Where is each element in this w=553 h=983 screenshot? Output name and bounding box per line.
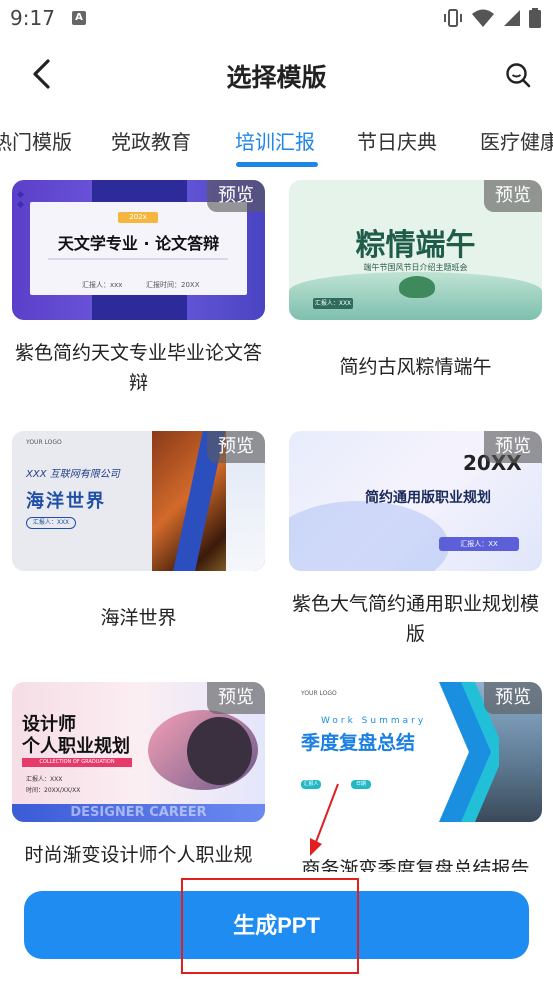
status-bar: 9:17 A — [0, 0, 553, 38]
page-title: 选择模版 — [226, 63, 327, 92]
template-title[interactable]: 海洋世界 — [6, 603, 271, 633]
vibrate-icon — [444, 9, 462, 27]
thumb-btn2: 日期 — [351, 780, 371, 789]
thumb-logo: YOUR LOGO — [26, 439, 62, 446]
category-tabs: 热门模版 党政教育 培训汇报 节日庆典 医疗健康 — [0, 114, 553, 170]
tab-medical-health[interactable]: 医疗健康 — [480, 126, 553, 155]
thumb-line2: 时间：20XX/XX/XX — [26, 787, 81, 794]
template-title[interactable]: 紫色简约天文专业毕业论文答辩 — [6, 338, 271, 398]
template-thumbnail[interactable]: 202x 天文学专业 · 论文答辩 汇报人：xxx 汇报时间：20XX 预览 — [12, 180, 265, 320]
tab-training-report[interactable]: 培训汇报 — [235, 126, 315, 155]
template-thumbnail[interactable]: 20XX 简约通用版职业规划 汇报人：XX 预览 — [289, 431, 542, 571]
annotation-highlight-box — [181, 878, 359, 974]
thumb-title: 粽情端午 — [355, 228, 476, 263]
thumb-logo: YOUR LOGO — [301, 690, 337, 697]
thumb-line1: 汇报人：xxx — [82, 281, 123, 289]
thumb-line2: 汇报时间：20XX — [146, 281, 200, 289]
thumb-title: 季度复盘总结 — [301, 732, 416, 754]
preview-badge[interactable]: 预览 — [484, 431, 542, 463]
preview-badge[interactable]: 预览 — [484, 180, 542, 212]
preview-badge[interactable]: 预览 — [207, 180, 265, 212]
thumb-btn: 汇报人：XX — [439, 537, 519, 551]
template-thumbnail[interactable]: 设计师 个人职业规划 COLLECTION OF GRADUATION 汇报人：… — [12, 682, 265, 822]
template-title[interactable]: 紫色大气简约通用职业规划模版 — [283, 589, 548, 649]
template-thumbnail[interactable]: YOUR LOGO Work Summary 季度复盘总结 汇报人 日期 预览 — [289, 682, 542, 822]
preview-badge[interactable]: 预览 — [207, 682, 265, 714]
thumb-btn: 汇报人：XXX — [26, 517, 76, 529]
status-time: 9:17 — [10, 6, 55, 30]
thumb-en: Work Summary — [321, 716, 427, 726]
template-thumbnail[interactable]: YOUR LOGO XXX 互联网有限公司 海洋世界 汇报人：XXX 预览 — [12, 431, 265, 571]
wifi-icon — [472, 9, 494, 27]
thumb-title: 天文学专业 · 论文答辩 — [57, 234, 220, 253]
thumb-company: XXX 互联网有限公司 — [26, 469, 120, 480]
thumb-bottom: DESIGNER CAREER — [12, 804, 265, 822]
thumb-line1: 汇报人：XXX — [26, 776, 63, 783]
thumb-title-2: 个人职业规划 — [22, 736, 130, 757]
tab-party-education[interactable]: 党政教育 — [111, 126, 191, 155]
template-title[interactable]: 时尚渐变设计师个人职业规 — [6, 840, 271, 870]
thumb-sub: 端午节国风节日介绍主题班会 — [363, 263, 468, 272]
status-icons — [443, 8, 541, 28]
tab-hot[interactable]: 热门模版 — [0, 126, 72, 155]
thumb-tag: COLLECTION OF GRADUATION — [22, 758, 132, 767]
template-title[interactable]: 简约古风粽情端午 — [283, 352, 548, 382]
notification-icon: A — [72, 11, 86, 25]
thumb-title: 简约通用版职业规划 — [365, 490, 491, 506]
thumb-btn1: 汇报人 — [301, 780, 321, 789]
search-icon[interactable] — [505, 62, 531, 88]
battery-icon — [529, 8, 541, 28]
active-tab-indicator — [236, 162, 318, 167]
preview-badge[interactable]: 预览 — [207, 431, 265, 463]
thumb-tag: 202x — [118, 212, 158, 223]
app-header: 选择模版 — [0, 38, 553, 114]
preview-badge[interactable]: 预览 — [484, 682, 542, 714]
thumb-btn: 汇报人：XXX — [313, 298, 353, 309]
template-thumbnail[interactable]: 粽情端午 端午节国风节日介绍主题班会 汇报人：XXX 预览 — [289, 180, 542, 320]
tab-festival[interactable]: 节日庆典 — [357, 126, 437, 155]
thumb-title: 海洋世界 — [26, 491, 106, 512]
signal-icon — [504, 10, 520, 26]
